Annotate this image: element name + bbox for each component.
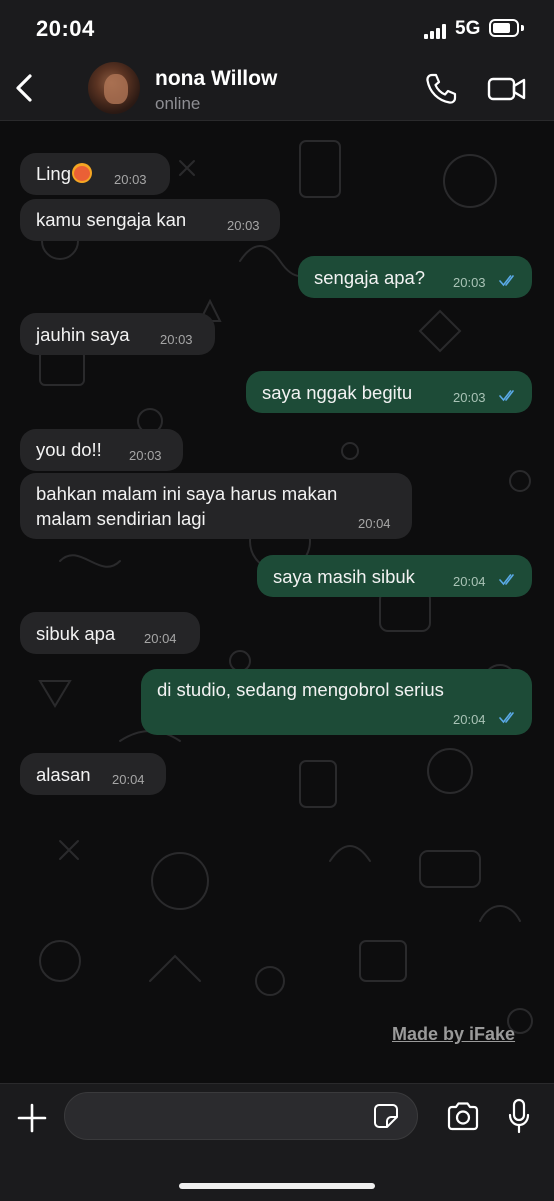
message-time: 20:04 bbox=[358, 516, 391, 531]
camera-icon[interactable] bbox=[446, 1101, 480, 1131]
message-time: 20:03 bbox=[227, 218, 260, 233]
plus-icon[interactable] bbox=[16, 1102, 48, 1134]
message-text: jauhin saya bbox=[36, 324, 130, 345]
read-receipt-icon bbox=[499, 712, 514, 724]
message-bubble[interactable]: jauhin saya 20:03 bbox=[20, 313, 215, 355]
read-receipt-icon bbox=[499, 275, 514, 287]
message-bubble[interactable]: sibuk apa 20:04 bbox=[20, 612, 200, 654]
message-text: Ling bbox=[36, 163, 71, 184]
contact-status: online bbox=[155, 94, 201, 113]
home-indicator[interactable] bbox=[179, 1183, 375, 1189]
message-bubble[interactable]: saya nggak begitu 20:03 bbox=[246, 371, 532, 413]
watermark-link[interactable]: Made by iFake bbox=[392, 1024, 515, 1045]
message-text: alasan bbox=[36, 764, 91, 785]
signal-icon bbox=[424, 23, 450, 39]
message-bubble[interactable]: bahkan malam ini saya harus makan malam … bbox=[20, 473, 412, 539]
message-time: 20:03 bbox=[114, 172, 147, 187]
message-text-line: bahkan malam ini saya harus makan bbox=[36, 483, 338, 504]
message-bubble[interactable]: Ling 20:03 bbox=[20, 153, 170, 195]
read-receipt-icon bbox=[499, 390, 514, 402]
status-time: 20:04 bbox=[36, 16, 95, 41]
video-call-icon[interactable] bbox=[487, 74, 527, 104]
message-bubble[interactable]: di studio, sedang mengobrol serius 20:04 bbox=[141, 669, 532, 735]
contact-name[interactable]: nona Willow bbox=[155, 67, 277, 91]
message-text: sibuk apa bbox=[36, 623, 116, 644]
battery-icon bbox=[489, 19, 519, 37]
message-text: di studio, sedang mengobrol serius bbox=[157, 679, 444, 700]
message-time: 20:04 bbox=[453, 574, 486, 589]
message-bubble[interactable]: alasan 20:04 bbox=[20, 753, 166, 795]
message-time: 20:04 bbox=[112, 772, 145, 787]
message-bubble[interactable]: sengaja apa? 20:03 bbox=[298, 256, 532, 298]
message-bubble[interactable]: kamu sengaja kan 20:03 bbox=[20, 199, 280, 241]
message-time: 20:04 bbox=[453, 712, 486, 727]
message-time: 20:03 bbox=[453, 275, 486, 290]
battery-cap bbox=[521, 25, 524, 31]
message-time: 20:04 bbox=[144, 631, 177, 646]
message-bubble[interactable]: you do!! 20:03 bbox=[20, 429, 183, 471]
sticker-icon[interactable] bbox=[373, 1103, 399, 1129]
read-receipt-icon bbox=[499, 574, 514, 586]
message-text: saya nggak begitu bbox=[262, 382, 413, 403]
message-input[interactable] bbox=[64, 1092, 418, 1140]
status-bar: 20:04 5G bbox=[0, 0, 554, 58]
input-bar bbox=[0, 1083, 554, 1201]
message-time: 20:03 bbox=[160, 332, 193, 347]
phone-icon[interactable] bbox=[424, 72, 458, 106]
avatar[interactable] bbox=[88, 62, 140, 114]
message-text: sengaja apa? bbox=[314, 267, 426, 288]
message-bubble[interactable]: saya masih sibuk 20:04 bbox=[257, 555, 532, 597]
microphone-icon[interactable] bbox=[508, 1098, 530, 1134]
message-text-line: malam sendirian lagi bbox=[36, 508, 206, 529]
message-text: you do!! bbox=[36, 439, 102, 460]
message-time: 20:03 bbox=[453, 390, 486, 405]
network-label: 5G bbox=[455, 18, 481, 39]
angry-face-icon bbox=[71, 163, 92, 183]
chat-header: nona Willow online bbox=[0, 58, 554, 121]
message-text: kamu sengaja kan bbox=[36, 209, 187, 230]
message-time: 20:03 bbox=[129, 448, 162, 463]
message-text: saya masih sibuk bbox=[273, 566, 415, 587]
back-icon[interactable] bbox=[10, 70, 40, 106]
chat-area[interactable]: Ling 20:03 kamu sengaja kan 20:03 sengaj… bbox=[0, 121, 554, 1083]
